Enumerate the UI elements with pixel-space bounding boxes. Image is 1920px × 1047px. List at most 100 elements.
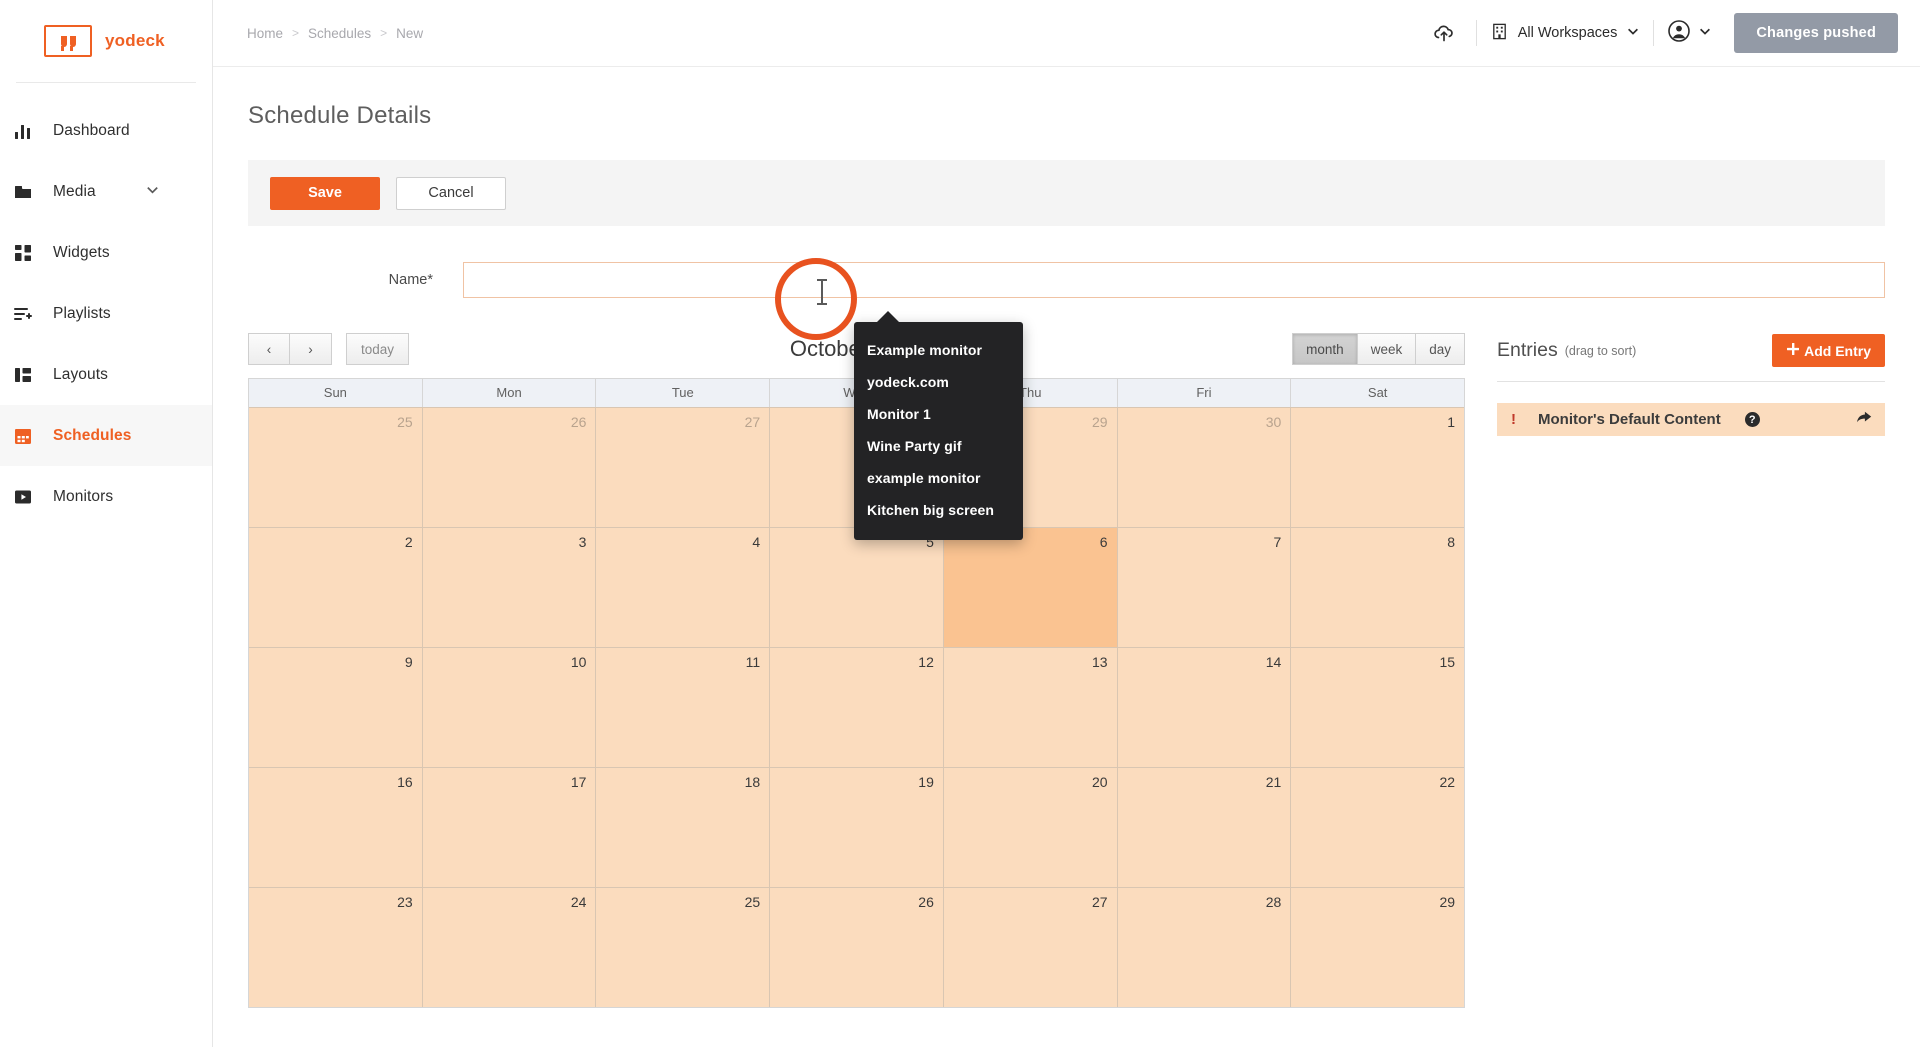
- calendar-view-month[interactable]: month: [1292, 333, 1358, 365]
- name-input[interactable]: [463, 262, 1885, 298]
- building-icon: [1490, 22, 1509, 45]
- exclamation-icon: !: [1511, 411, 1516, 428]
- sidebar-item-media[interactable]: Media: [0, 161, 212, 222]
- dropdown-item-example-monitor-lower[interactable]: example monitor: [854, 462, 1023, 494]
- calendar-day-header: Sun: [323, 385, 347, 400]
- user-circle-icon: [1667, 19, 1691, 48]
- sidebar-item-monitors[interactable]: Monitors: [0, 466, 212, 527]
- sidebar-item-label: Monitors: [53, 487, 114, 505]
- changes-pushed-button[interactable]: Changes pushed: [1734, 13, 1898, 53]
- calendar-day-cell[interactable]: 18: [595, 768, 770, 887]
- page-title: Schedule Details: [248, 102, 432, 129]
- brand-name: yodeck: [105, 31, 165, 50]
- dropdown-item-kitchen-big-screen[interactable]: Kitchen big screen: [854, 494, 1023, 526]
- name-label: Name*: [388, 272, 433, 288]
- calendar-day-cell[interactable]: 23: [249, 888, 422, 1007]
- breadcrumb-separator: >: [380, 26, 388, 40]
- brand-logo[interactable]: yodeck: [0, 0, 212, 82]
- calendar-day-cell[interactable]: 11: [595, 648, 770, 767]
- dropdown-item-example-monitor[interactable]: Example monitor: [854, 334, 1023, 366]
- dropdown-item-yodeck-com[interactable]: yodeck.com: [854, 366, 1023, 398]
- calendar-day-cell[interactable]: 26: [769, 888, 943, 1007]
- calendar-next-button[interactable]: ›: [290, 333, 332, 365]
- cloud-upload-icon[interactable]: [1425, 14, 1463, 52]
- calendar-day-cell[interactable]: 7: [1116, 528, 1291, 647]
- calendar-day-cell[interactable]: 17: [421, 768, 596, 887]
- account-menu[interactable]: [1667, 19, 1712, 48]
- workspace-label: All Workspaces: [1517, 25, 1618, 41]
- calendar-day-cell[interactable]: 27: [595, 408, 770, 527]
- calendar-day-cell[interactable]: 27: [942, 888, 1117, 1007]
- top-bar-right: All Workspaces Changes pushed: [1425, 13, 1898, 53]
- breadcrumb: Home > Schedules > New: [247, 26, 423, 41]
- sidebar-item-dashboard[interactable]: Dashboard: [0, 100, 212, 161]
- calendar-day-cell[interactable]: 2: [249, 528, 422, 647]
- calendar-day-cell[interactable]: 22: [1290, 768, 1465, 887]
- workspace-selector[interactable]: All Workspaces: [1490, 22, 1641, 45]
- sidebar-item-schedules[interactable]: Schedules: [0, 405, 212, 466]
- calendar-day-cell[interactable]: 13: [942, 648, 1117, 767]
- calendar-day-cell[interactable]: 3: [421, 528, 596, 647]
- calendar-view-week[interactable]: week: [1357, 333, 1417, 365]
- breadcrumb-item-schedules[interactable]: Schedules: [308, 26, 371, 41]
- calendar-day-cell[interactable]: 29: [1290, 888, 1465, 1007]
- quote-mark-icon: [44, 25, 92, 57]
- calendar-day-cell[interactable]: 25: [249, 408, 422, 527]
- calendar-today-button[interactable]: today: [346, 333, 410, 365]
- dropdown-item-wine-party-gif[interactable]: Wine Party gif: [854, 430, 1023, 462]
- entry-label: Monitor's Default Content: [1538, 411, 1721, 428]
- sidebar-item-label: Schedules: [53, 426, 132, 444]
- chevron-down-icon: [1698, 24, 1712, 43]
- entries-header: Entries (drag to sort) Add Entry: [1497, 334, 1885, 382]
- sidebar-item-layouts[interactable]: Layouts: [0, 344, 212, 405]
- calendar-day-cell[interactable]: 12: [769, 648, 943, 767]
- calendar-day-cell[interactable]: 8: [1290, 528, 1465, 647]
- calendar-day-cell[interactable]: 25: [595, 888, 770, 1007]
- calendar-day-cell[interactable]: 15: [1290, 648, 1465, 767]
- calendar-day-cell[interactable]: 21: [1116, 768, 1291, 887]
- calendar-day-cell[interactable]: 5: [769, 528, 943, 647]
- sidebar-item-label: Layouts: [53, 365, 108, 383]
- calendar-and-entries: ‹ › today October 2022 month week day: [248, 332, 1885, 1008]
- calendar-day-cell[interactable]: 14: [1116, 648, 1291, 767]
- calendar-day-cell[interactable]: 10: [421, 648, 596, 767]
- dropdown-item-monitor-1[interactable]: Monitor 1: [854, 398, 1023, 430]
- calendar-prev-button[interactable]: ‹: [248, 333, 290, 365]
- sidebar-item-label: Dashboard: [53, 121, 130, 139]
- calendar-day-cell[interactable]: 30: [1116, 408, 1291, 527]
- calendar-day-cell[interactable]: 28: [1116, 888, 1291, 1007]
- calendar-day-header: Fri: [1116, 379, 1291, 407]
- share-arrow-icon[interactable]: [1855, 409, 1873, 430]
- calendar-view-group: month week day: [1292, 333, 1465, 365]
- add-entry-label: Add Entry: [1804, 342, 1871, 359]
- calendar-day-cell[interactable]: 24: [421, 888, 596, 1007]
- question-circle-icon[interactable]: ?: [1744, 412, 1760, 427]
- app-root: yodeck Dashboard Media Widgets Playlists…: [0, 0, 1920, 1047]
- calendar-day-cell[interactable]: 16: [249, 768, 422, 887]
- calendar-day-cell[interactable]: 19: [769, 768, 943, 887]
- sidebar: yodeck Dashboard Media Widgets Playlists…: [0, 0, 213, 1047]
- folder-icon: [12, 181, 34, 203]
- calendar-week-row: 16 17 18 19 20 21 22: [249, 767, 1465, 887]
- save-button[interactable]: Save: [270, 176, 380, 210]
- toolbar-divider: [1475, 20, 1477, 46]
- calendar-view-day[interactable]: day: [1416, 333, 1465, 365]
- calendar-day-cell[interactable]: 26: [421, 408, 596, 527]
- calendar-day-cell[interactable]: 9: [249, 648, 422, 767]
- breadcrumb-item-home[interactable]: Home: [247, 26, 283, 41]
- entries-title: Entries: [1497, 339, 1558, 361]
- calendar-day-cell-today[interactable]: 6: [942, 528, 1117, 647]
- calendar-day-cell[interactable]: 1: [1290, 408, 1465, 527]
- calendar-day-cell[interactable]: 4: [595, 528, 770, 647]
- cancel-button[interactable]: Cancel: [396, 176, 506, 210]
- sidebar-item-playlists[interactable]: Playlists: [0, 283, 212, 344]
- sidebar-item-widgets[interactable]: Widgets: [0, 222, 212, 283]
- add-entry-button[interactable]: Add Entry: [1772, 334, 1885, 367]
- entry-row-monitors-default-content[interactable]: ! Monitor's Default Content ?: [1497, 403, 1885, 436]
- calendar-day-header: Sat: [1290, 379, 1464, 407]
- calendar-day-cell[interactable]: 20: [942, 768, 1117, 887]
- breadcrumb-item-new[interactable]: New: [396, 26, 423, 41]
- monitor-suggestions-dropdown: Example monitor yodeck.com Monitor 1 Win…: [854, 311, 1023, 540]
- chevron-down-icon[interactable]: [145, 182, 160, 202]
- playlist-add-icon: [12, 303, 34, 325]
